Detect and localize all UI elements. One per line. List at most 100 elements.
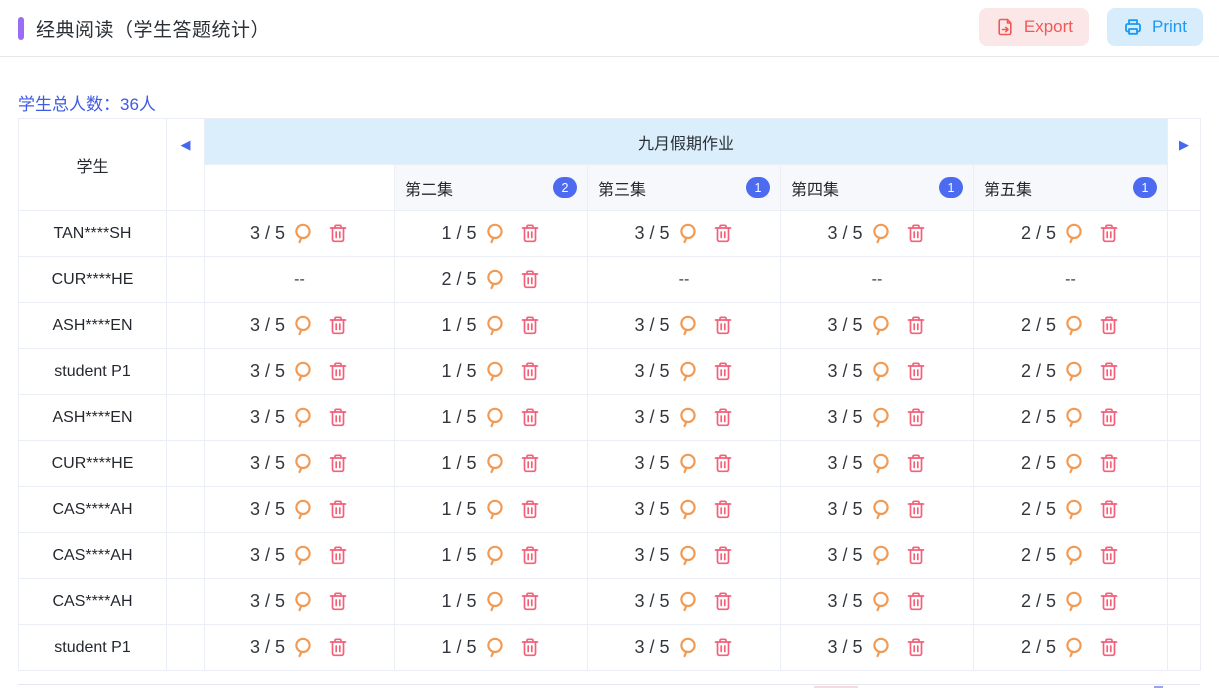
- trash-icon[interactable]: [1098, 360, 1120, 383]
- trash-icon[interactable]: [905, 452, 927, 475]
- score-cell: 2 / 5: [974, 211, 1168, 257]
- search-icon[interactable]: [870, 222, 893, 245]
- trash-icon[interactable]: [712, 498, 734, 521]
- trash-icon[interactable]: [712, 222, 734, 245]
- search-icon[interactable]: [677, 544, 700, 567]
- search-icon[interactable]: [484, 314, 507, 337]
- trash-icon[interactable]: [1098, 222, 1120, 245]
- trash-icon[interactable]: [519, 544, 541, 567]
- search-icon[interactable]: [292, 590, 315, 613]
- search-icon[interactable]: [484, 590, 507, 613]
- trash-icon[interactable]: [712, 314, 734, 337]
- search-icon[interactable]: [870, 544, 893, 567]
- trash-icon[interactable]: [712, 406, 734, 429]
- search-icon[interactable]: [484, 452, 507, 475]
- search-icon[interactable]: [677, 636, 700, 659]
- trash-icon[interactable]: [905, 636, 927, 659]
- search-icon[interactable]: [1063, 452, 1086, 475]
- trash-icon[interactable]: [327, 590, 349, 613]
- trash-icon[interactable]: [712, 360, 734, 383]
- trash-icon[interactable]: [905, 406, 927, 429]
- search-icon[interactable]: [292, 498, 315, 521]
- trash-icon[interactable]: [905, 544, 927, 567]
- search-icon[interactable]: [484, 268, 507, 291]
- trash-icon[interactable]: [712, 544, 734, 567]
- search-icon[interactable]: [484, 406, 507, 429]
- search-icon[interactable]: [484, 498, 507, 521]
- trash-icon[interactable]: [1098, 314, 1120, 337]
- search-icon[interactable]: [1063, 406, 1086, 429]
- search-icon[interactable]: [870, 590, 893, 613]
- search-icon[interactable]: [677, 314, 700, 337]
- trash-icon[interactable]: [905, 314, 927, 337]
- trash-icon[interactable]: [1098, 452, 1120, 475]
- column-header-第五集: 第五集1: [974, 165, 1168, 211]
- scroll-left-button[interactable]: ◀: [167, 119, 205, 211]
- trash-icon[interactable]: [327, 544, 349, 567]
- trash-icon[interactable]: [327, 314, 349, 337]
- export-button[interactable]: Export: [979, 8, 1089, 46]
- search-icon[interactable]: [677, 498, 700, 521]
- trash-icon[interactable]: [327, 222, 349, 245]
- trash-icon[interactable]: [905, 498, 927, 521]
- search-icon[interactable]: [870, 406, 893, 429]
- search-icon[interactable]: [870, 360, 893, 383]
- search-icon[interactable]: [870, 314, 893, 337]
- search-icon[interactable]: [292, 222, 315, 245]
- trash-icon[interactable]: [712, 590, 734, 613]
- trash-icon[interactable]: [712, 636, 734, 659]
- search-icon[interactable]: [484, 636, 507, 659]
- trash-icon[interactable]: [712, 452, 734, 475]
- search-icon[interactable]: [1063, 544, 1086, 567]
- trash-icon[interactable]: [327, 360, 349, 383]
- search-icon[interactable]: [1063, 590, 1086, 613]
- trash-icon[interactable]: [519, 222, 541, 245]
- trash-icon[interactable]: [905, 360, 927, 383]
- search-icon[interactable]: [870, 636, 893, 659]
- search-icon[interactable]: [1063, 498, 1086, 521]
- trash-icon[interactable]: [905, 590, 927, 613]
- search-icon[interactable]: [484, 544, 507, 567]
- trash-icon[interactable]: [905, 222, 927, 245]
- search-icon[interactable]: [1063, 314, 1086, 337]
- search-icon[interactable]: [677, 222, 700, 245]
- trash-icon[interactable]: [519, 590, 541, 613]
- trash-icon[interactable]: [519, 452, 541, 475]
- search-icon[interactable]: [870, 452, 893, 475]
- trash-icon[interactable]: [327, 498, 349, 521]
- search-icon[interactable]: [677, 590, 700, 613]
- trash-icon[interactable]: [519, 406, 541, 429]
- trash-icon[interactable]: [519, 268, 541, 291]
- trash-icon[interactable]: [519, 314, 541, 337]
- trash-icon[interactable]: [519, 636, 541, 659]
- trash-icon[interactable]: [327, 406, 349, 429]
- search-icon[interactable]: [292, 314, 315, 337]
- search-icon[interactable]: [870, 498, 893, 521]
- trash-icon[interactable]: [1098, 406, 1120, 429]
- search-icon[interactable]: [292, 636, 315, 659]
- trash-icon[interactable]: [519, 360, 541, 383]
- search-icon[interactable]: [292, 544, 315, 567]
- trash-icon[interactable]: [1098, 590, 1120, 613]
- search-icon[interactable]: [677, 360, 700, 383]
- search-icon[interactable]: [292, 406, 315, 429]
- search-icon[interactable]: [677, 406, 700, 429]
- print-button[interactable]: Print: [1107, 8, 1203, 46]
- score-cell: 3 / 5: [205, 487, 395, 533]
- search-icon[interactable]: [1063, 222, 1086, 245]
- scroll-right-button[interactable]: ▶: [1168, 119, 1201, 211]
- trash-icon[interactable]: [327, 636, 349, 659]
- score-cell: 2 / 5: [974, 579, 1168, 625]
- trash-icon[interactable]: [1098, 498, 1120, 521]
- trash-icon[interactable]: [1098, 636, 1120, 659]
- trash-icon[interactable]: [519, 498, 541, 521]
- search-icon[interactable]: [484, 360, 507, 383]
- search-icon[interactable]: [677, 452, 700, 475]
- search-icon[interactable]: [484, 222, 507, 245]
- search-icon[interactable]: [1063, 360, 1086, 383]
- search-icon[interactable]: [292, 452, 315, 475]
- search-icon[interactable]: [292, 360, 315, 383]
- trash-icon[interactable]: [327, 452, 349, 475]
- search-icon[interactable]: [1063, 636, 1086, 659]
- trash-icon[interactable]: [1098, 544, 1120, 567]
